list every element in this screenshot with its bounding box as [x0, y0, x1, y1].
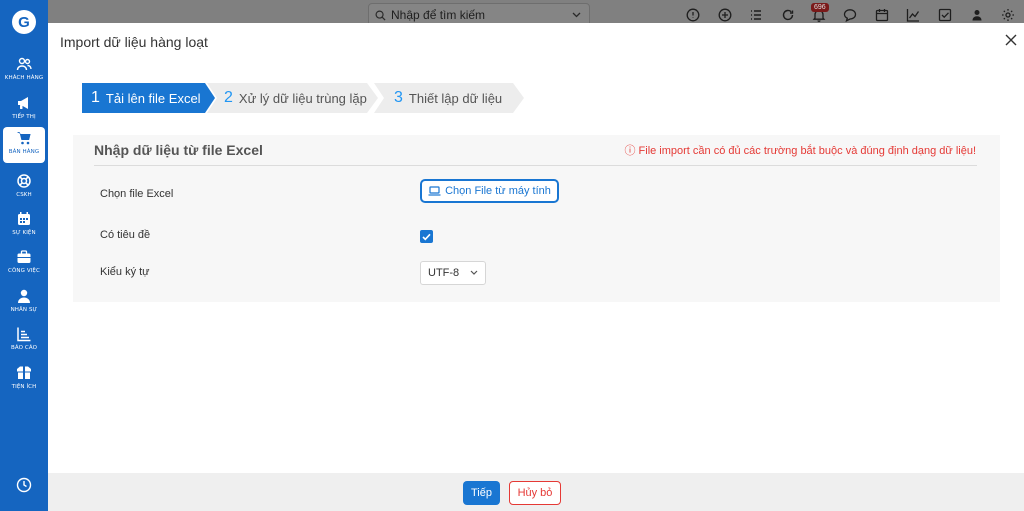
info-icon[interactable] — [686, 8, 700, 22]
add-icon[interactable] — [718, 8, 732, 22]
has-header-label: Có tiêu đề — [100, 229, 151, 241]
users-icon — [16, 57, 32, 71]
step-number: 2 — [224, 89, 233, 106]
laptop-icon — [428, 186, 441, 196]
step-number: 1 — [91, 89, 100, 106]
has-header-checkbox[interactable] — [420, 230, 433, 243]
app-logo-icon[interactable]: G — [12, 10, 36, 34]
search-placeholder: Nhập để tìm kiếm — [391, 8, 486, 22]
sidebar-item-label: BÁN HÀNG — [8, 149, 40, 155]
sidebar-item-label: KHÁCH HÀNG — [4, 75, 44, 81]
clock-icon[interactable] — [16, 477, 32, 493]
close-icon[interactable] — [1004, 33, 1018, 47]
sidebar-item-su-kien[interactable]: SỰ KIỆN — [3, 208, 45, 244]
topbar: Nhập để tìm kiếm 696 — [48, 0, 1024, 27]
sidebar-item-label: BÁO CÁO — [10, 345, 38, 351]
report-icon — [17, 327, 31, 342]
sidebar-item-label: CÔNG VIỆC — [8, 268, 40, 274]
choose-file-label: Chọn file Excel — [100, 188, 174, 200]
cancel-button[interactable]: Hủy bỏ — [509, 481, 561, 505]
sidebar-item-cong-viec[interactable]: CÔNG VIỆC — [3, 246, 45, 282]
excel-import-panel: Nhập dữ liệu từ file Excel ⓘ File import… — [73, 135, 1000, 302]
choose-file-button-label: Chọn File từ máy tính — [445, 185, 551, 197]
chat-icon[interactable] — [843, 8, 857, 22]
step-label: Xử lý dữ liệu trùng lặp — [238, 90, 367, 106]
sidebar-item-tiep-thi[interactable]: TIẾP THỊ — [3, 92, 45, 128]
modal-title: Import dữ liệu hàng loạt — [60, 34, 208, 50]
checkmark-icon — [422, 233, 431, 240]
sidebar: G KHÁCH HÀNG TIẾP THỊ BÁN HÀNG CSKH SỰ K… — [0, 0, 48, 511]
divider — [94, 165, 977, 166]
briefcase-icon — [17, 250, 31, 263]
panel-title: Nhập dữ liệu từ file Excel — [94, 142, 263, 158]
search-icon — [375, 10, 386, 21]
sidebar-item-khach-hang[interactable]: KHÁCH HÀNG — [3, 53, 45, 89]
task-check-icon[interactable] — [938, 8, 952, 22]
step-label: Thiết lập dữ liệu — [408, 90, 503, 106]
sidebar-item-bao-cao[interactable]: BÁO CÁO — [3, 323, 45, 359]
calendar-top-icon[interactable] — [875, 8, 889, 22]
next-button[interactable]: Tiếp — [463, 481, 500, 505]
calendar-icon — [18, 212, 30, 225]
person-icon — [18, 289, 30, 303]
choose-file-button[interactable]: Chọn File từ máy tính — [420, 179, 559, 203]
step-upload-excel: 1 Tải lên file Excel — [82, 83, 215, 113]
megaphone-icon — [18, 97, 28, 109]
import-modal: Import dữ liệu hàng loạt 1 Tải lên file … — [48, 23, 1024, 511]
required-fields-warning: ⓘ File import cần có đủ các trường bắt b… — [624, 145, 976, 157]
step-setup-data: 3 Thiết lập dữ liệu — [374, 83, 524, 113]
sidebar-item-label: NHÂN SỰ — [10, 307, 38, 313]
lifebuoy-icon — [17, 174, 31, 188]
cart-icon — [17, 132, 31, 145]
notification-badge: 696 — [811, 3, 829, 12]
settings-gear-icon[interactable] — [1001, 8, 1015, 22]
sidebar-item-cskh[interactable]: CSKH — [3, 170, 45, 206]
encoding-select[interactable]: UTF-8 — [420, 261, 486, 285]
chevron-down-icon — [572, 12, 581, 18]
sidebar-item-label: TIỆN ÍCH — [11, 384, 37, 390]
sidebar-item-nhan-su[interactable]: NHÂN SỰ — [3, 285, 45, 321]
sidebar-item-tien-ich[interactable]: TIỆN ÍCH — [3, 362, 45, 398]
sidebar-item-label: TIẾP THỊ — [12, 114, 36, 120]
chart-icon[interactable] — [906, 8, 920, 22]
step-label: Tải lên file Excel — [105, 90, 201, 106]
step-number: 3 — [394, 89, 403, 106]
sidebar-item-label: CSKH — [16, 192, 32, 198]
step-handle-duplicates: 2 Xử lý dữ liệu trùng lặp — [207, 83, 378, 113]
user-icon[interactable] — [970, 8, 984, 22]
encoding-value: UTF-8 — [428, 267, 460, 279]
sidebar-item-label: SỰ KIỆN — [12, 230, 36, 236]
sidebar-item-ban-hang[interactable]: BÁN HÀNG — [3, 127, 45, 163]
box-icon — [17, 366, 31, 379]
refresh-icon[interactable] — [781, 8, 795, 22]
encoding-label: Kiểu ký tự — [100, 266, 150, 278]
chevron-down-icon — [470, 270, 478, 275]
list-icon[interactable] — [749, 8, 763, 22]
modal-footer: Tiếp Hủy bỏ — [48, 473, 1024, 511]
